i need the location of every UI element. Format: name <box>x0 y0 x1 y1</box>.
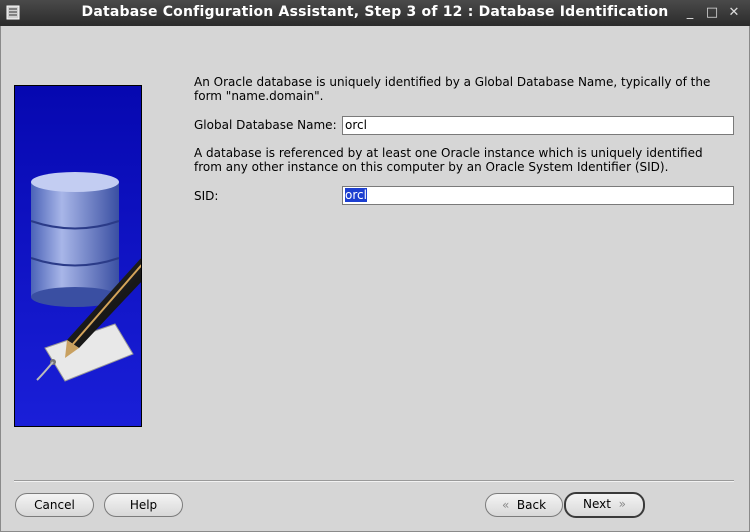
intro-text: An Oracle database is uniquely identifie… <box>194 75 711 103</box>
sid-input-selected-text: orcl <box>345 188 367 202</box>
database-cylinder-icon <box>30 172 120 307</box>
help-button[interactable]: Help <box>104 493 183 517</box>
global-db-name-label: Global Database Name: <box>194 118 337 132</box>
close-button[interactable]: ✕ <box>725 4 743 22</box>
database-pen-illustration <box>15 86 141 426</box>
side-illustration <box>14 85 142 427</box>
sid-intro-text: A database is referenced by at least one… <box>194 146 703 174</box>
sid-label: SID: <box>194 189 219 203</box>
cancel-button[interactable]: Cancel <box>15 493 94 517</box>
sid-input[interactable]: orcl <box>342 186 734 205</box>
back-button-label: Back <box>516 498 547 512</box>
next-button-label: Next <box>583 497 611 511</box>
window-title: Database Configuration Assistant, Step 3… <box>81 4 669 20</box>
minimize-button[interactable]: _ <box>681 4 699 22</box>
chevron-right-icon: » <box>618 497 626 511</box>
footer-divider <box>14 480 734 482</box>
title-bar[interactable]: Database Configuration Assistant, Step 3… <box>0 0 750 26</box>
global-db-name-input[interactable]: orcl <box>342 116 734 135</box>
next-button[interactable]: Next » <box>564 492 645 518</box>
maximize-button[interactable]: □ <box>703 4 721 22</box>
chevron-left-icon: « <box>501 498 510 512</box>
back-button[interactable]: « Back <box>485 493 563 517</box>
